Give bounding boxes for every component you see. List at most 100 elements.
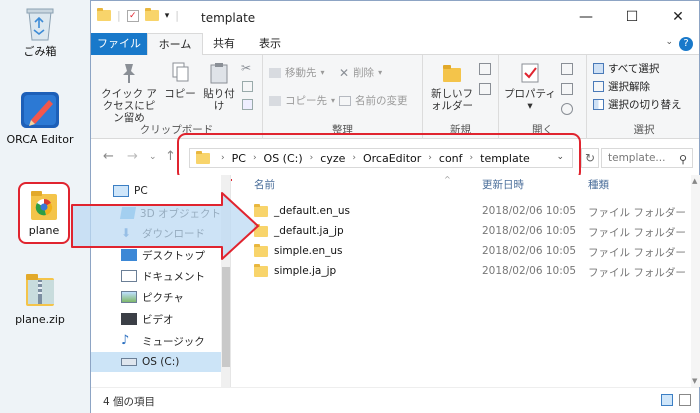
nav-pane-scrollbar[interactable] (221, 175, 230, 387)
nav-item-desktop[interactable]: デスクトップ (91, 245, 221, 265)
new-folder-icon (443, 65, 461, 82)
new-folder-icon[interactable] (144, 8, 159, 21)
recycle-bin-desktop-icon[interactable]: ごみ箱 (0, 6, 80, 58)
recent-dropdown-icon[interactable]: ⌄ (149, 152, 157, 162)
new-folder-button[interactable]: 新しいフォルダー (427, 61, 477, 112)
pin-quick-access-button[interactable]: クイック アクセスにピン留め (97, 61, 161, 124)
address-dropdown-icon[interactable]: ⌄ (556, 152, 564, 162)
properties-icon (521, 63, 539, 83)
nav-item-os-c[interactable]: OS (C:) (91, 352, 221, 372)
nav-item-pc[interactable]: PC (91, 181, 221, 201)
folder-icon (97, 8, 111, 21)
group-clipboard: クイック アクセスにピン留め コピー 貼り付け ✂ クリップボード (91, 55, 263, 139)
close-button[interactable]: ✕ (655, 1, 700, 33)
column-header-name[interactable]: 名前 (254, 177, 275, 195)
file-list: 名前 更新日時 種類 ^ _default.en_us 2018/02/06 1… (232, 175, 700, 387)
group-organize: 移動先 ▾ ✕ 削除 ▾ コピー先 ▾ 名前の変更 整理 (263, 55, 423, 139)
breadcrumb-cyze[interactable]: cyze (320, 152, 345, 165)
copy-path-icon[interactable] (242, 81, 253, 92)
group-select: すべて選択 選択解除 選択の切り替え 選択 (587, 55, 700, 139)
title-bar[interactable]: | ✓ ▾ | template — ☐ ✕ (91, 1, 699, 33)
breadcrumb-orcaeditor[interactable]: OrcaEditor (363, 152, 421, 165)
back-arrow-icon[interactable]: ← (103, 149, 114, 164)
tab-file[interactable]: ファイル (91, 33, 147, 55)
plane-zip-label: plane.zip (15, 313, 65, 326)
file-row[interactable]: _default.en_us 2018/02/06 10:05 ファイル フォル… (232, 201, 687, 221)
file-list-scrollbar[interactable]: ▲ ▼ (691, 175, 700, 387)
invert-selection-button[interactable]: 選択の切り替え (593, 97, 682, 112)
paste-icon (210, 63, 228, 84)
move-to-button[interactable]: 移動先 ▾ (269, 65, 325, 80)
nav-item-downloads[interactable]: ⬇ ダウンロード (91, 223, 221, 243)
file-row[interactable]: simple.ja_jp 2018/02/06 10:05 ファイル フォルダー (232, 261, 687, 281)
recycle-bin-label: ごみ箱 (23, 45, 57, 58)
minimize-button[interactable]: — (563, 1, 609, 33)
refresh-button[interactable]: ↻ (581, 148, 599, 168)
breadcrumb-os-c[interactable]: OS (C:) (264, 152, 303, 165)
pictures-icon (121, 291, 137, 303)
breadcrumb-conf[interactable]: conf (439, 152, 463, 165)
copy-icon (172, 62, 189, 82)
plane-zip-desktop-icon[interactable]: plane.zip (0, 270, 80, 326)
new-item-icon[interactable] (479, 63, 491, 75)
address-bar[interactable]: › PC › OS (C:) › cyze › OrcaEditor › con… (189, 148, 573, 168)
easy-access-icon[interactable] (479, 83, 491, 95)
paste-shortcut-icon[interactable] (242, 99, 253, 110)
invert-selection-icon (593, 99, 604, 110)
forward-arrow-icon[interactable]: → (127, 149, 138, 164)
plane-desktop-icon[interactable]: plane (18, 182, 70, 244)
select-all-button[interactable]: すべて選択 (593, 61, 659, 76)
column-header-type[interactable]: 種類 (588, 177, 609, 195)
zip-folder-icon (26, 274, 54, 306)
column-header-date[interactable]: 更新日時 (482, 177, 524, 195)
navigation-bar: ← → ⌄ ↑ › PC › OS (C:) › cyze › OrcaEdit… (91, 139, 699, 175)
maximize-button[interactable]: ☐ (609, 1, 655, 33)
copy-to-button[interactable]: コピー先 ▾ (269, 93, 335, 108)
select-none-button[interactable]: 選択解除 (593, 79, 650, 94)
videos-icon (121, 313, 137, 325)
copy-button[interactable]: コピー (163, 61, 197, 100)
cut-icon[interactable]: ✂ (241, 61, 251, 75)
folder-icon (254, 243, 268, 257)
paste-button[interactable]: 貼り付け (199, 61, 239, 112)
file-row[interactable]: simple.en_us 2018/02/06 10:05 ファイル フォルダー (232, 241, 687, 261)
edit-icon[interactable] (561, 83, 573, 95)
breadcrumb-pc[interactable]: PC (232, 152, 246, 165)
scroll-down-icon[interactable]: ▼ (692, 377, 697, 385)
address-folder-icon (196, 150, 210, 164)
ribbon-expand-icon[interactable]: ⌄ (665, 37, 673, 47)
customize-dropdown-icon[interactable]: ▾ (165, 11, 170, 21)
tab-home[interactable]: ホーム (147, 33, 203, 55)
orca-editor-app-icon (21, 92, 59, 128)
quick-access-toolbar: | ✓ ▾ | (97, 8, 179, 22)
pin-icon (123, 64, 135, 83)
item-count: 4 個の項目 (103, 396, 156, 408)
plane-folder-icon (31, 191, 57, 220)
properties-button[interactable]: プロパティ ▾ (503, 61, 557, 112)
nav-item-3d-objects[interactable]: 3D オブジェクト (91, 203, 221, 223)
nav-scroll-thumb[interactable] (222, 267, 230, 367)
details-view-icon[interactable] (661, 394, 673, 406)
nav-item-videos[interactable]: ビデオ (91, 309, 221, 329)
desktop-icon (121, 249, 137, 261)
delete-button[interactable]: ✕ 削除 ▾ (339, 65, 382, 80)
search-box[interactable]: template... ⚲ (601, 148, 693, 168)
help-icon[interactable]: ? (679, 37, 693, 51)
search-icon: ⚲ (678, 153, 687, 166)
up-arrow-icon[interactable]: ↑ (165, 149, 176, 164)
open-icon[interactable] (561, 63, 573, 75)
file-row[interactable]: _default.ja_jp 2018/02/06 10:05 ファイル フォル… (232, 221, 687, 241)
scroll-up-icon[interactable]: ▲ (692, 177, 697, 185)
large-icons-view-icon[interactable] (679, 394, 691, 406)
tab-view[interactable]: 表示 (249, 33, 291, 55)
history-icon[interactable] (561, 103, 573, 115)
orca-editor-desktop-icon[interactable]: ORCA Editor (0, 90, 80, 146)
nav-item-documents[interactable]: ドキュメント (91, 266, 221, 286)
properties-check-icon[interactable]: ✓ (126, 9, 139, 22)
tab-share[interactable]: 共有 (203, 33, 245, 55)
breadcrumb-template[interactable]: template (480, 152, 530, 165)
nav-item-pictures[interactable]: ピクチャ (91, 287, 221, 307)
rename-button[interactable]: 名前の変更 (339, 93, 408, 108)
navigation-pane: PC 3D オブジェクト ⬇ ダウンロード デスクトップ ドキュメント ピクチャ… (91, 175, 231, 387)
nav-item-music[interactable]: ♪ ミュージック (91, 331, 221, 351)
